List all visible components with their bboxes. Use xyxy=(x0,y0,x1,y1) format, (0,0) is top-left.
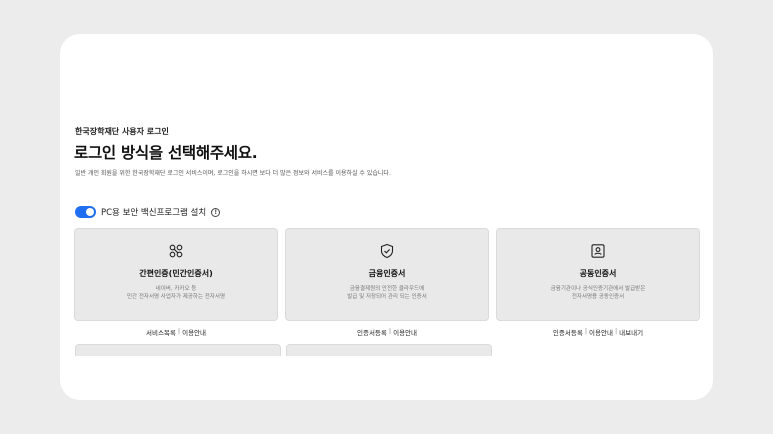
security-program-row: PC용 보안 백신프로그램 설치 ! xyxy=(75,206,221,218)
method-links: 서비스목록 | 이용안내 xyxy=(146,327,206,337)
cert-register-link[interactable]: 인증서등록 xyxy=(553,327,583,337)
usage-guide-link[interactable]: 이용안내 xyxy=(393,327,417,337)
usage-guide-link[interactable]: 이용안내 xyxy=(182,327,206,337)
usage-guide-link[interactable]: 이용안내 xyxy=(589,327,613,337)
export-link[interactable]: 내보내기 xyxy=(619,327,643,337)
separator: | xyxy=(388,327,392,335)
id-card-icon xyxy=(591,244,605,258)
next-method-card-partial[interactable] xyxy=(75,344,281,356)
separator: | xyxy=(584,327,588,335)
method-links: 인증서등록 | 이용안내 xyxy=(357,327,417,337)
method-desc-line1: 금융기관이나 공식인증기관에서 발급받은 xyxy=(550,286,646,292)
link-chain-icon xyxy=(169,244,183,258)
method-description: 네이버, 카카오 등 민간 전자서명 사업자가 제공하는 전자서명 xyxy=(127,285,225,301)
next-method-card-partial[interactable] xyxy=(286,344,492,356)
simple-auth-card[interactable]: 간편인증(민간인증서) 네이버, 카카오 등 민간 전자서명 사업자가 제공하는… xyxy=(74,228,278,321)
method-desc-line2: 전자서명용 공동인증서 xyxy=(571,294,625,300)
page-title: 로그인 방식을 선택해주세요. xyxy=(74,144,258,162)
method-name: 금융인증서 xyxy=(368,269,406,278)
method-description: 금융결제원의 안전한 클라우드에 발급 및 저장되어 관리 되는 인증서 xyxy=(347,285,427,301)
page-eyebrow: 한국장학재단 사용자 로그인 xyxy=(75,127,169,136)
method-financial-cert: 금융인증서 금융결제원의 안전한 클라우드에 발급 및 저장되어 관리 되는 인… xyxy=(285,228,489,337)
method-simple-auth: 간편인증(민간인증서) 네이버, 카카오 등 민간 전자서명 사업자가 제공하는… xyxy=(74,228,278,337)
cert-register-link[interactable]: 인증서등록 xyxy=(357,327,387,337)
separator: | xyxy=(614,327,618,335)
method-desc-line1: 네이버, 카카오 등 xyxy=(155,286,197,292)
shield-check-icon xyxy=(380,243,394,259)
info-circle-icon[interactable]: ! xyxy=(211,207,221,217)
security-program-label: PC용 보안 백신프로그램 설치 xyxy=(101,208,207,218)
method-description: 금융기관이나 공식인증기관에서 발급받은 전자서명용 공동인증서 xyxy=(551,285,646,301)
financial-cert-card[interactable]: 금융인증서 금융결제원의 안전한 클라우드에 발급 및 저장되어 관리 되는 인… xyxy=(285,228,489,321)
page-description: 일반 개인 회원을 위한 한국장학재단 로그인 서비스이며, 로그인을 하시면 … xyxy=(75,170,391,177)
joint-cert-card[interactable]: 공동인증서 금융기관이나 공식인증기관에서 발급받은 전자서명용 공동인증서 xyxy=(496,228,700,321)
method-desc-line2: 발급 및 저장되어 관리 되는 인증서 xyxy=(347,294,427,300)
method-desc-line2: 민간 전자서명 사업자가 제공하는 전자서명 xyxy=(126,294,226,300)
method-desc-line1: 금융결제원의 안전한 클라우드에 xyxy=(349,286,425,292)
security-program-toggle[interactable] xyxy=(75,206,96,218)
login-methods: 간편인증(민간인증서) 네이버, 카카오 등 민간 전자서명 사업자가 제공하는… xyxy=(74,228,700,337)
service-list-link[interactable]: 서비스목록 xyxy=(146,327,176,337)
separator: | xyxy=(177,327,181,335)
method-links: 인증서등록 | 이용안내 | 내보내기 xyxy=(553,327,643,337)
login-panel: 한국장학재단 사용자 로그인 로그인 방식을 선택해주세요. 일반 개인 회원을… xyxy=(60,34,713,400)
toggle-knob xyxy=(86,208,94,216)
method-name: 공동인증서 xyxy=(579,269,617,278)
method-name: 간편인증(민간인증서) xyxy=(139,269,213,278)
method-joint-cert: 공동인증서 금융기관이나 공식인증기관에서 발급받은 전자서명용 공동인증서 인… xyxy=(496,228,700,337)
